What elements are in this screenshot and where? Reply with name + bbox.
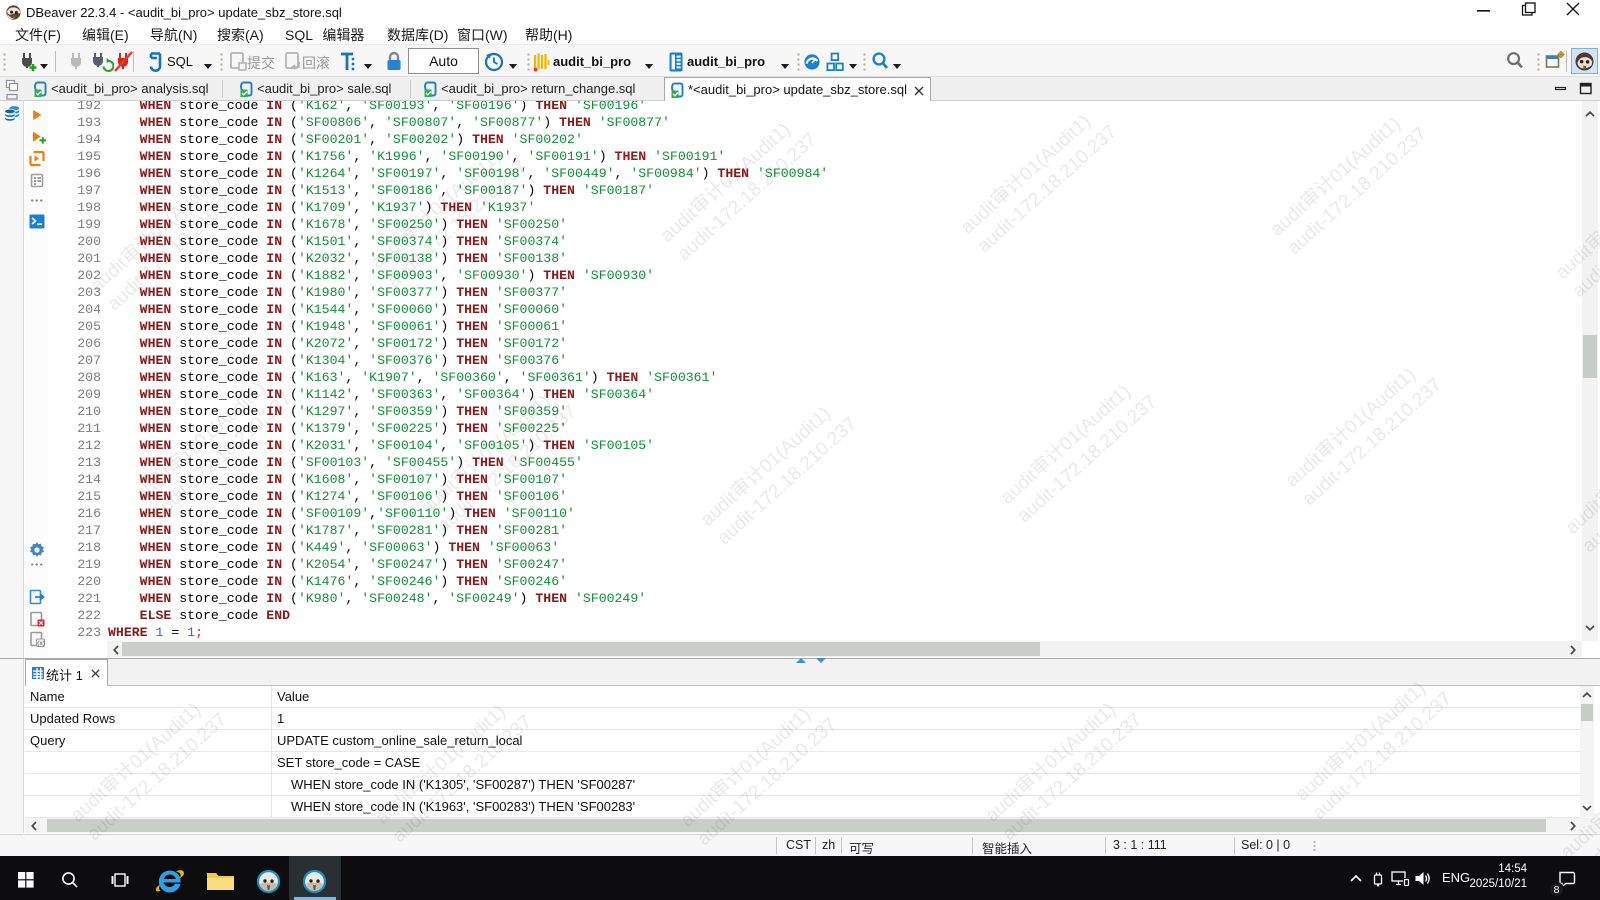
svg-text:(x): (x): [37, 640, 45, 647]
